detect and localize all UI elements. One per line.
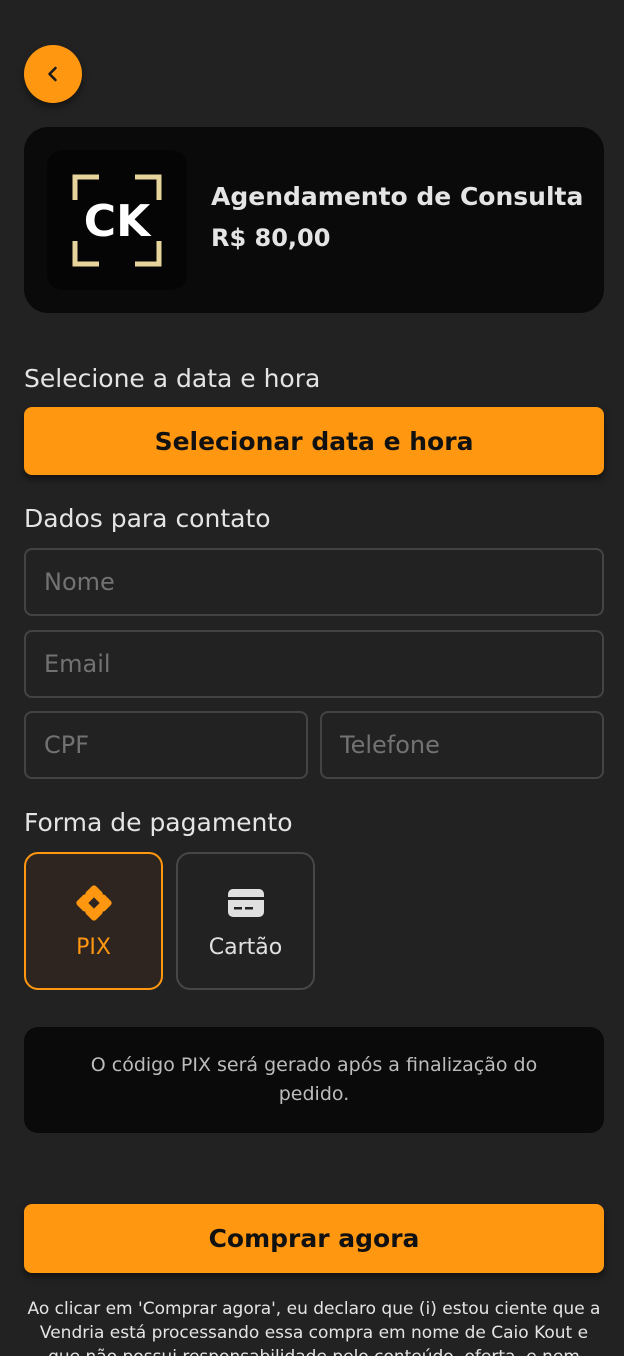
pix-info-text: O código PIX será gerado após a finaliza… (90, 1054, 538, 1105)
logo-text: CK (84, 196, 152, 247)
payment-option-label: PIX (76, 934, 111, 960)
product-price: R$ 80,00 (211, 224, 331, 252)
credit-card-icon (227, 883, 265, 923)
payment-option-card[interactable]: Cartão (176, 852, 315, 990)
chevron-left-icon (48, 66, 57, 82)
name-field[interactable] (24, 548, 604, 616)
payment-option-label: Cartão (208, 934, 283, 960)
buy-now-button[interactable]: Comprar agora (24, 1204, 604, 1273)
name-input[interactable] (44, 568, 602, 596)
checkout-page: CK Agendamento de Consulta R$ 80,00 Sele… (0, 0, 624, 1356)
product-logo: CK (47, 150, 187, 290)
contact-section-label: Dados para contato (24, 504, 271, 533)
pix-info-box: O código PIX será gerado após a finaliza… (24, 1027, 604, 1133)
email-field[interactable] (24, 630, 604, 698)
back-button[interactable] (24, 45, 82, 103)
ck-logo-icon: CK (72, 174, 162, 267)
cpf-input[interactable] (44, 731, 306, 759)
select-datetime-button[interactable]: Selecionar data e hora (24, 407, 604, 475)
product-title: Agendamento de Consulta (211, 182, 584, 211)
cpf-field[interactable] (24, 711, 308, 779)
email-input[interactable] (44, 650, 602, 678)
product-card: CK Agendamento de Consulta R$ 80,00 (24, 127, 604, 313)
payment-option-pix[interactable]: PIX (24, 852, 163, 990)
phone-input[interactable] (340, 731, 602, 759)
purchase-disclaimer: Ao clicar em 'Comprar agora', eu declaro… (27, 1299, 601, 1356)
payment-section-label: Forma de pagamento (24, 808, 293, 837)
phone-field[interactable] (320, 711, 604, 779)
pix-icon (75, 883, 113, 923)
schedule-section-label: Selecione a data e hora (24, 364, 321, 393)
